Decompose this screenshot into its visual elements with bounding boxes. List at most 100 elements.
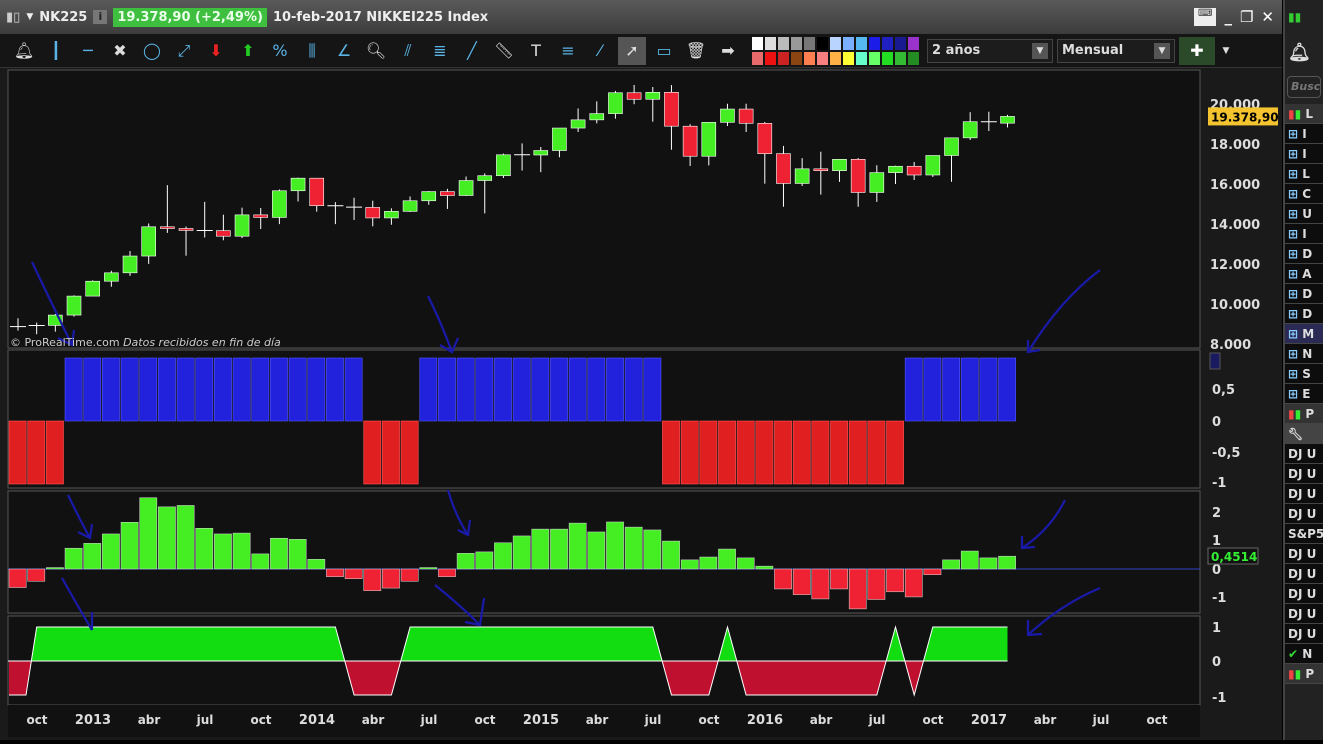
bell-icon[interactable]: 🔔︎	[10, 37, 38, 65]
panel-header[interactable]: ▮▮ P	[1285, 404, 1323, 424]
trendline-icon[interactable]: ╱	[458, 37, 486, 65]
ruler-icon[interactable]: 📏︎	[490, 37, 518, 65]
zoom-icon[interactable]: 🔍︎	[362, 37, 390, 65]
color-swatch[interactable]	[791, 51, 802, 65]
trash-icon[interactable]: 🗑︎	[682, 37, 710, 65]
color-swatch[interactable]	[869, 36, 880, 50]
list-item[interactable]: ⊞ N	[1285, 344, 1323, 364]
color-swatch[interactable]	[882, 36, 893, 50]
ellipse-icon[interactable]: ◯	[138, 37, 166, 65]
list-item[interactable]: ⊞ U	[1285, 204, 1323, 224]
wrench-icon[interactable]: 🔧︎	[1285, 424, 1323, 444]
color-swatch[interactable]	[843, 51, 854, 65]
minimize-icon[interactable]: _	[1224, 8, 1232, 26]
color-swatch[interactable]	[856, 36, 867, 50]
fibonacci-fan-icon[interactable]: ≡	[554, 37, 582, 65]
list-item[interactable]: DJ U	[1285, 624, 1323, 644]
color-swatch[interactable]	[752, 51, 763, 65]
color-swatch[interactable]	[830, 36, 841, 50]
list-item[interactable]: ⊞ C	[1285, 184, 1323, 204]
x-axis-label: oct	[698, 713, 719, 727]
candle-body	[738, 108, 754, 124]
color-swatch[interactable]	[817, 36, 828, 50]
add-indicator-icon[interactable]: ✚	[1179, 36, 1215, 65]
arrow-right-icon[interactable]: ➡	[714, 37, 742, 65]
color-swatch[interactable]	[765, 36, 776, 50]
angle-icon[interactable]: ∠	[330, 37, 358, 65]
color-swatch[interactable]	[765, 51, 776, 65]
chart-svg[interactable]: 20.00018.00016.00014.00012.00010.0008.00…	[0, 68, 1282, 740]
fibonacci-icon[interactable]: ≣	[426, 37, 454, 65]
color-swatch[interactable]	[895, 36, 906, 50]
candlestick-chart-icon: ▮▮	[1288, 10, 1302, 24]
period-select[interactable]: 2 años ▼	[927, 38, 1053, 63]
list-item[interactable]: DJ U	[1285, 584, 1323, 604]
list-item[interactable]: ⊞ L	[1285, 164, 1323, 184]
color-swatch[interactable]	[804, 51, 815, 65]
list-item[interactable]: ⊞ E	[1285, 384, 1323, 404]
fan-lines-icon[interactable]: ⫼	[298, 37, 326, 65]
color-swatch[interactable]	[843, 36, 854, 50]
horizontal-line-icon[interactable]: ─	[74, 37, 102, 65]
color-swatch[interactable]	[895, 51, 906, 65]
list-item[interactable]: ⊞ I	[1285, 124, 1323, 144]
color-swatch[interactable]	[778, 51, 789, 65]
list-item[interactable]: DJ U	[1285, 464, 1323, 484]
list-item[interactable]: ⊞ D	[1285, 284, 1323, 304]
text-icon[interactable]: T	[522, 37, 550, 65]
color-swatch[interactable]	[908, 36, 919, 50]
list-item[interactable]: DJ U	[1285, 504, 1323, 524]
list-item[interactable]: ⊞ M	[1285, 324, 1323, 344]
color-swatch[interactable]	[791, 36, 802, 50]
list-item[interactable]: ✔ N	[1285, 644, 1323, 664]
list-item[interactable]: DJ U	[1285, 564, 1323, 584]
symbol-dropdown-icon[interactable]: ▼	[26, 12, 33, 22]
keyboard-icon[interactable]: ⌨	[1194, 8, 1217, 26]
list-item[interactable]: DJ U	[1285, 444, 1323, 464]
line-tool-icon[interactable]: ⁄	[586, 37, 614, 65]
bell-icon[interactable]: 🔔︎	[1285, 34, 1323, 70]
percent-icon[interactable]: %	[266, 37, 294, 65]
restore-icon[interactable]: ❐	[1240, 8, 1253, 26]
candlestick-chart-icon[interactable]: ▮▯	[6, 10, 20, 25]
color-swatch[interactable]	[830, 51, 841, 65]
color-swatch[interactable]	[752, 36, 763, 50]
segment-icon[interactable]: ⤢	[170, 37, 198, 65]
list-header[interactable]: ▮▮ L	[1285, 104, 1323, 124]
list-item[interactable]: DJ U	[1285, 544, 1323, 564]
list-item[interactable]: DJ U	[1285, 604, 1323, 624]
histogram-bar	[419, 567, 438, 570]
color-swatch[interactable]	[882, 51, 893, 65]
chart-area[interactable]: 20.000 18.000 16.000 14.000 12.000 10.000 8.00…	[0, 68, 1282, 740]
color-swatch[interactable]	[908, 51, 919, 65]
list-item[interactable]: ⊞ S	[1285, 364, 1323, 384]
list-item[interactable]: ⊞ A	[1285, 264, 1323, 284]
list-item[interactable]: DJ U	[1285, 484, 1323, 504]
panel-header[interactable]: ▮▮ P	[1285, 664, 1323, 684]
color-swatch[interactable]	[869, 51, 880, 65]
symbol-label[interactable]: NK225	[39, 10, 87, 25]
info-button[interactable]: i	[93, 10, 108, 24]
timeframe-select[interactable]: Mensual ▼	[1057, 38, 1175, 63]
chevron-down-icon[interactable]: ▼	[1219, 37, 1233, 65]
search-input[interactable]: Busc	[1287, 76, 1321, 98]
list-item[interactable]: S&P5	[1285, 524, 1323, 544]
tools-icon[interactable]: ✖	[106, 37, 134, 65]
histogram-bar	[568, 522, 587, 570]
list-item[interactable]: ⊞ I	[1285, 144, 1323, 164]
arrow-up-icon[interactable]: ⬆	[234, 37, 262, 65]
close-icon[interactable]: ✕	[1261, 8, 1274, 26]
cursor-icon[interactable]: ➚	[618, 36, 646, 65]
color-swatch[interactable]	[817, 51, 828, 65]
list-item[interactable]: ⊞ I	[1285, 224, 1323, 244]
list-item[interactable]: ⊞ D	[1285, 244, 1323, 264]
arrow-down-icon[interactable]: ⬇	[202, 37, 230, 65]
color-swatch[interactable]	[804, 36, 815, 50]
rectangle-icon[interactable]: ▭	[650, 37, 678, 65]
parallel-channel-icon[interactable]: ⫽	[394, 37, 422, 65]
signal-bar	[83, 357, 102, 422]
list-item[interactable]: ⊞ D	[1285, 304, 1323, 324]
color-swatch[interactable]	[856, 51, 867, 65]
color-swatch[interactable]	[778, 36, 789, 50]
vertical-line-icon[interactable]: ┃	[42, 37, 70, 65]
